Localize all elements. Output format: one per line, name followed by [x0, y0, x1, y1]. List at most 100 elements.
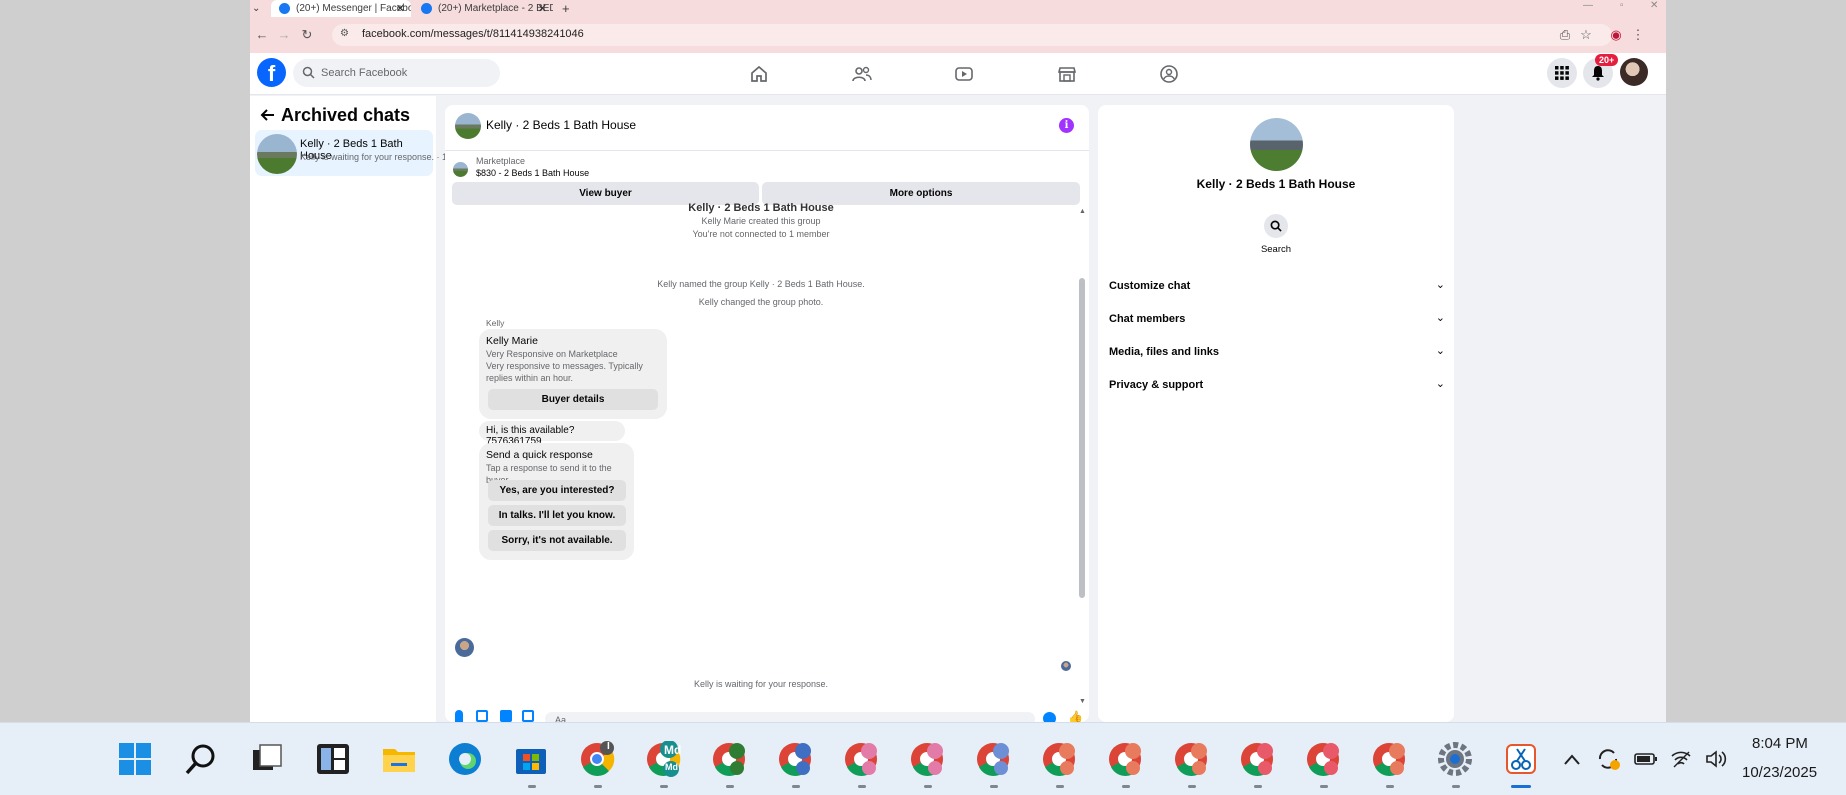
- windows-start-icon[interactable]: [117, 741, 153, 777]
- scrollbar-thumb[interactable]: [1079, 278, 1085, 598]
- sticker-icon[interactable]: [500, 710, 512, 722]
- tab-search-button[interactable]: ⌄: [252, 0, 266, 17]
- chrome-profile-pink-icon[interactable]: [909, 741, 945, 777]
- scroll-down-icon[interactable]: ▼: [1079, 698, 1086, 705]
- tab-title: (20+) Marketplace - 2 BED 2 BA: [438, 3, 553, 14]
- scroll-up-icon[interactable]: ▲: [1079, 208, 1086, 215]
- task-view-icon[interactable]: [249, 741, 285, 777]
- chrome-profile-pink-icon[interactable]: [843, 741, 879, 777]
- new-tab-button[interactable]: +: [562, 0, 576, 17]
- info-icon[interactable]: i: [1059, 118, 1074, 133]
- notification-count-badge: 20+: [1595, 54, 1619, 66]
- maximize-icon[interactable]: ▫: [1620, 0, 1624, 11]
- media-files-links-section[interactable]: Media, files and links ⌄: [1109, 342, 1445, 362]
- close-window-icon[interactable]: ✕: [1650, 0, 1658, 11]
- marketplace-icon[interactable]: [1056, 63, 1078, 85]
- facebook-logo-icon[interactable]: f: [257, 58, 286, 87]
- gallery-icon[interactable]: [476, 710, 488, 722]
- snipping-tool-icon[interactable]: [1503, 741, 1539, 777]
- running-indicator: [1320, 785, 1328, 788]
- forward-arrow-icon[interactable]: →: [276, 27, 292, 43]
- chat-preview: Kelly is waiting for your response. · 1h: [300, 152, 453, 162]
- clock-time[interactable]: 8:04 PM: [1752, 735, 1808, 752]
- chrome-profile-orange-icon[interactable]: [1041, 741, 1077, 777]
- home-icon[interactable]: [748, 63, 770, 85]
- install-app-icon[interactable]: ⎙: [1557, 27, 1573, 43]
- chrome-profile-red-icon[interactable]: [1305, 741, 1341, 777]
- chrome-profile-badge: I: [607, 741, 610, 752]
- quick-response-card: Send a quick response Tap a response to …: [479, 443, 634, 560]
- chrome-profile-green-icon[interactable]: [711, 741, 747, 777]
- quick-response-yes-button[interactable]: Yes, are you interested?: [488, 480, 626, 501]
- bookmark-star-icon[interactable]: ☆: [1578, 27, 1594, 43]
- chat-photo[interactable]: [1250, 118, 1303, 171]
- profile-initials-label: Md: [665, 762, 678, 772]
- microphone-icon[interactable]: [455, 710, 463, 722]
- chevron-up-icon[interactable]: [1563, 752, 1581, 766]
- marketplace-label: Marketplace: [476, 156, 526, 166]
- menu-grid-button[interactable]: [1547, 58, 1577, 88]
- clock-date[interactable]: 10/23/2025: [1742, 764, 1817, 781]
- groups-icon[interactable]: [1158, 63, 1180, 85]
- search-in-conversation-button[interactable]: [1264, 214, 1288, 238]
- running-indicator: [1254, 785, 1262, 788]
- speaker-icon[interactable]: [1705, 749, 1727, 769]
- tab-messenger[interactable]: (20+) Messenger | Facebook ✕: [271, 0, 411, 17]
- listing-title[interactable]: $830 - 2 Beds 1 Bath House: [476, 168, 589, 178]
- search-icon[interactable]: [183, 741, 219, 777]
- chrome-profile-orange-icon[interactable]: [1173, 741, 1209, 777]
- chrome-profile-red-icon[interactable]: [1239, 741, 1275, 777]
- sender-avatar[interactable]: [455, 638, 474, 657]
- video-icon[interactable]: [953, 63, 975, 85]
- site-info-icon[interactable]: ⚙: [340, 28, 349, 39]
- message-input[interactable]: Aa: [545, 712, 1035, 722]
- chat-list-item[interactable]: Kelly · 2 Beds 1 Bath House Kelly is wai…: [255, 130, 452, 176]
- sync-icon[interactable]: [1596, 747, 1622, 771]
- profile-avatar[interactable]: [1620, 58, 1648, 86]
- file-explorer-icon[interactable]: [381, 741, 417, 777]
- chrome-profile-icon[interactable]: ◉: [1608, 27, 1624, 43]
- emoji-icon[interactable]: [1043, 712, 1056, 722]
- listing-thumbnail[interactable]: [453, 162, 468, 177]
- thumbs-up-icon[interactable]: 👍: [1068, 710, 1083, 722]
- chrome-profile-blue-icon[interactable]: [975, 741, 1011, 777]
- chat-members-section[interactable]: Chat members ⌄: [1109, 309, 1445, 329]
- omnibox[interactable]: ⚙ facebook.com/messages/t/81141493824104…: [332, 24, 1612, 46]
- privacy-support-section[interactable]: Privacy & support ⌄: [1109, 375, 1445, 395]
- microsoft-store-icon[interactable]: [513, 741, 549, 777]
- conversation-avatar[interactable]: [455, 113, 481, 139]
- customize-chat-section[interactable]: Customize chat ⌄: [1109, 276, 1445, 296]
- close-tab-icon[interactable]: ✕: [538, 2, 547, 15]
- close-tab-icon[interactable]: ✕: [396, 2, 405, 15]
- tab-marketplace[interactable]: (20+) Marketplace - 2 BED 2 BA ✕: [413, 0, 553, 17]
- settings-gear-icon[interactable]: [1437, 741, 1473, 777]
- edge-browser-icon[interactable]: [447, 741, 483, 777]
- section-label: Chat members: [1109, 313, 1186, 325]
- back-arrow-icon[interactable]: [259, 108, 275, 122]
- reload-icon[interactable]: ↻: [299, 27, 315, 43]
- url-text[interactable]: facebook.com/messages/t/811414938241046: [362, 28, 584, 40]
- wifi-icon[interactable]: [1670, 750, 1692, 768]
- widgets-icon[interactable]: [315, 741, 351, 777]
- conversation-title[interactable]: Kelly · 2 Beds 1 Bath House: [486, 118, 636, 132]
- gif-icon[interactable]: [522, 710, 534, 722]
- buyer-details-button[interactable]: Buyer details: [488, 389, 658, 410]
- chrome-profile-blue-icon[interactable]: [777, 741, 813, 777]
- panel-title: Archived chats: [281, 105, 411, 125]
- chrome-profile-orange-icon[interactable]: [1371, 741, 1407, 777]
- back-arrow-icon[interactable]: ←: [254, 27, 270, 43]
- battery-icon[interactable]: [1634, 752, 1658, 766]
- running-indicator: [1386, 785, 1394, 788]
- quick-response-not-available-button[interactable]: Sorry, it's not available.: [488, 530, 626, 551]
- minimize-icon[interactable]: —: [1583, 0, 1593, 11]
- message-scrollbar[interactable]: ▲ ▼: [1077, 208, 1087, 708]
- address-bar-row: ← → ↻ ⚙ facebook.com/messages/t/81141493…: [250, 17, 1666, 53]
- running-indicator: [1188, 785, 1196, 788]
- quick-response-in-talks-button[interactable]: In talks. I'll let you know.: [488, 505, 626, 526]
- section-label: Media, files and links: [1109, 346, 1220, 358]
- chrome-profile-orange-icon[interactable]: [1107, 741, 1143, 777]
- friends-icon[interactable]: [851, 63, 873, 85]
- search-icon: [1270, 220, 1282, 232]
- facebook-search-input[interactable]: Search Facebook: [293, 59, 500, 87]
- chrome-menu-icon[interactable]: ⋮: [1630, 27, 1646, 43]
